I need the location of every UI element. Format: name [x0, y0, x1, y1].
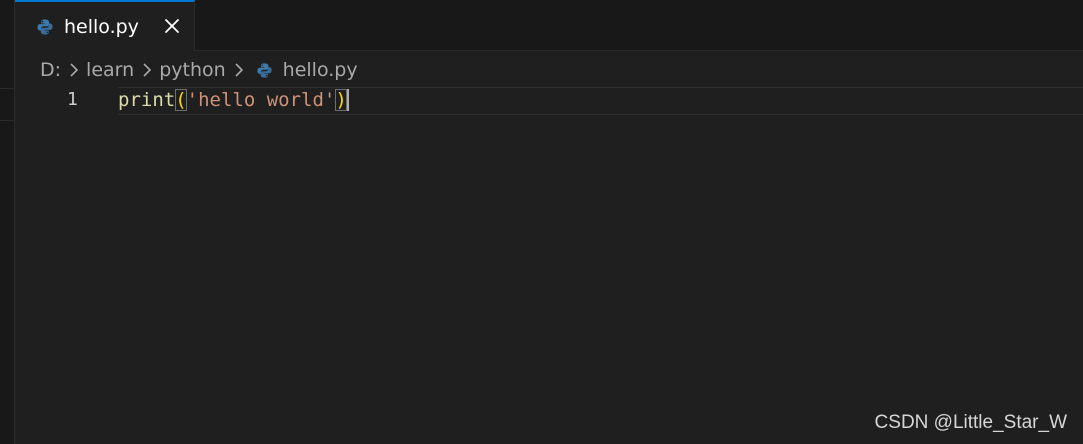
watermark: CSDN @Little_Star_W [874, 412, 1067, 433]
python-file-icon [36, 18, 54, 36]
panel-divider [0, 88, 15, 121]
breadcrumb-item-file[interactable]: hello.py [283, 59, 358, 81]
breadcrumb-item-drive[interactable]: D: [40, 59, 61, 81]
code-line[interactable]: print('hello world') [118, 89, 349, 111]
breadcrumb-item-python[interactable]: python [159, 59, 225, 81]
chevron-right-icon [67, 60, 81, 80]
chevron-right-icon [232, 60, 246, 80]
token-string: 'hello world' [186, 89, 336, 111]
line-number: 1 [67, 89, 78, 110]
token-open-paren: ( [175, 89, 187, 111]
text-cursor [346, 89, 349, 111]
token-close-paren: ) [335, 89, 347, 111]
editor-tab-bar: hello.py [15, 0, 1083, 51]
code-editor[interactable]: 1 print('hello world') [15, 86, 1083, 444]
token-function: print [118, 89, 176, 111]
tab-hello-py[interactable]: hello.py [15, 0, 195, 51]
breadcrumb: D: learn python hello.py [40, 57, 358, 83]
tab-label: hello.py [64, 15, 139, 38]
breadcrumb-item-learn[interactable]: learn [86, 59, 134, 81]
python-file-icon [256, 62, 273, 79]
left-side-panel [0, 0, 15, 444]
chevron-right-icon [140, 60, 154, 80]
close-icon[interactable] [163, 17, 181, 35]
